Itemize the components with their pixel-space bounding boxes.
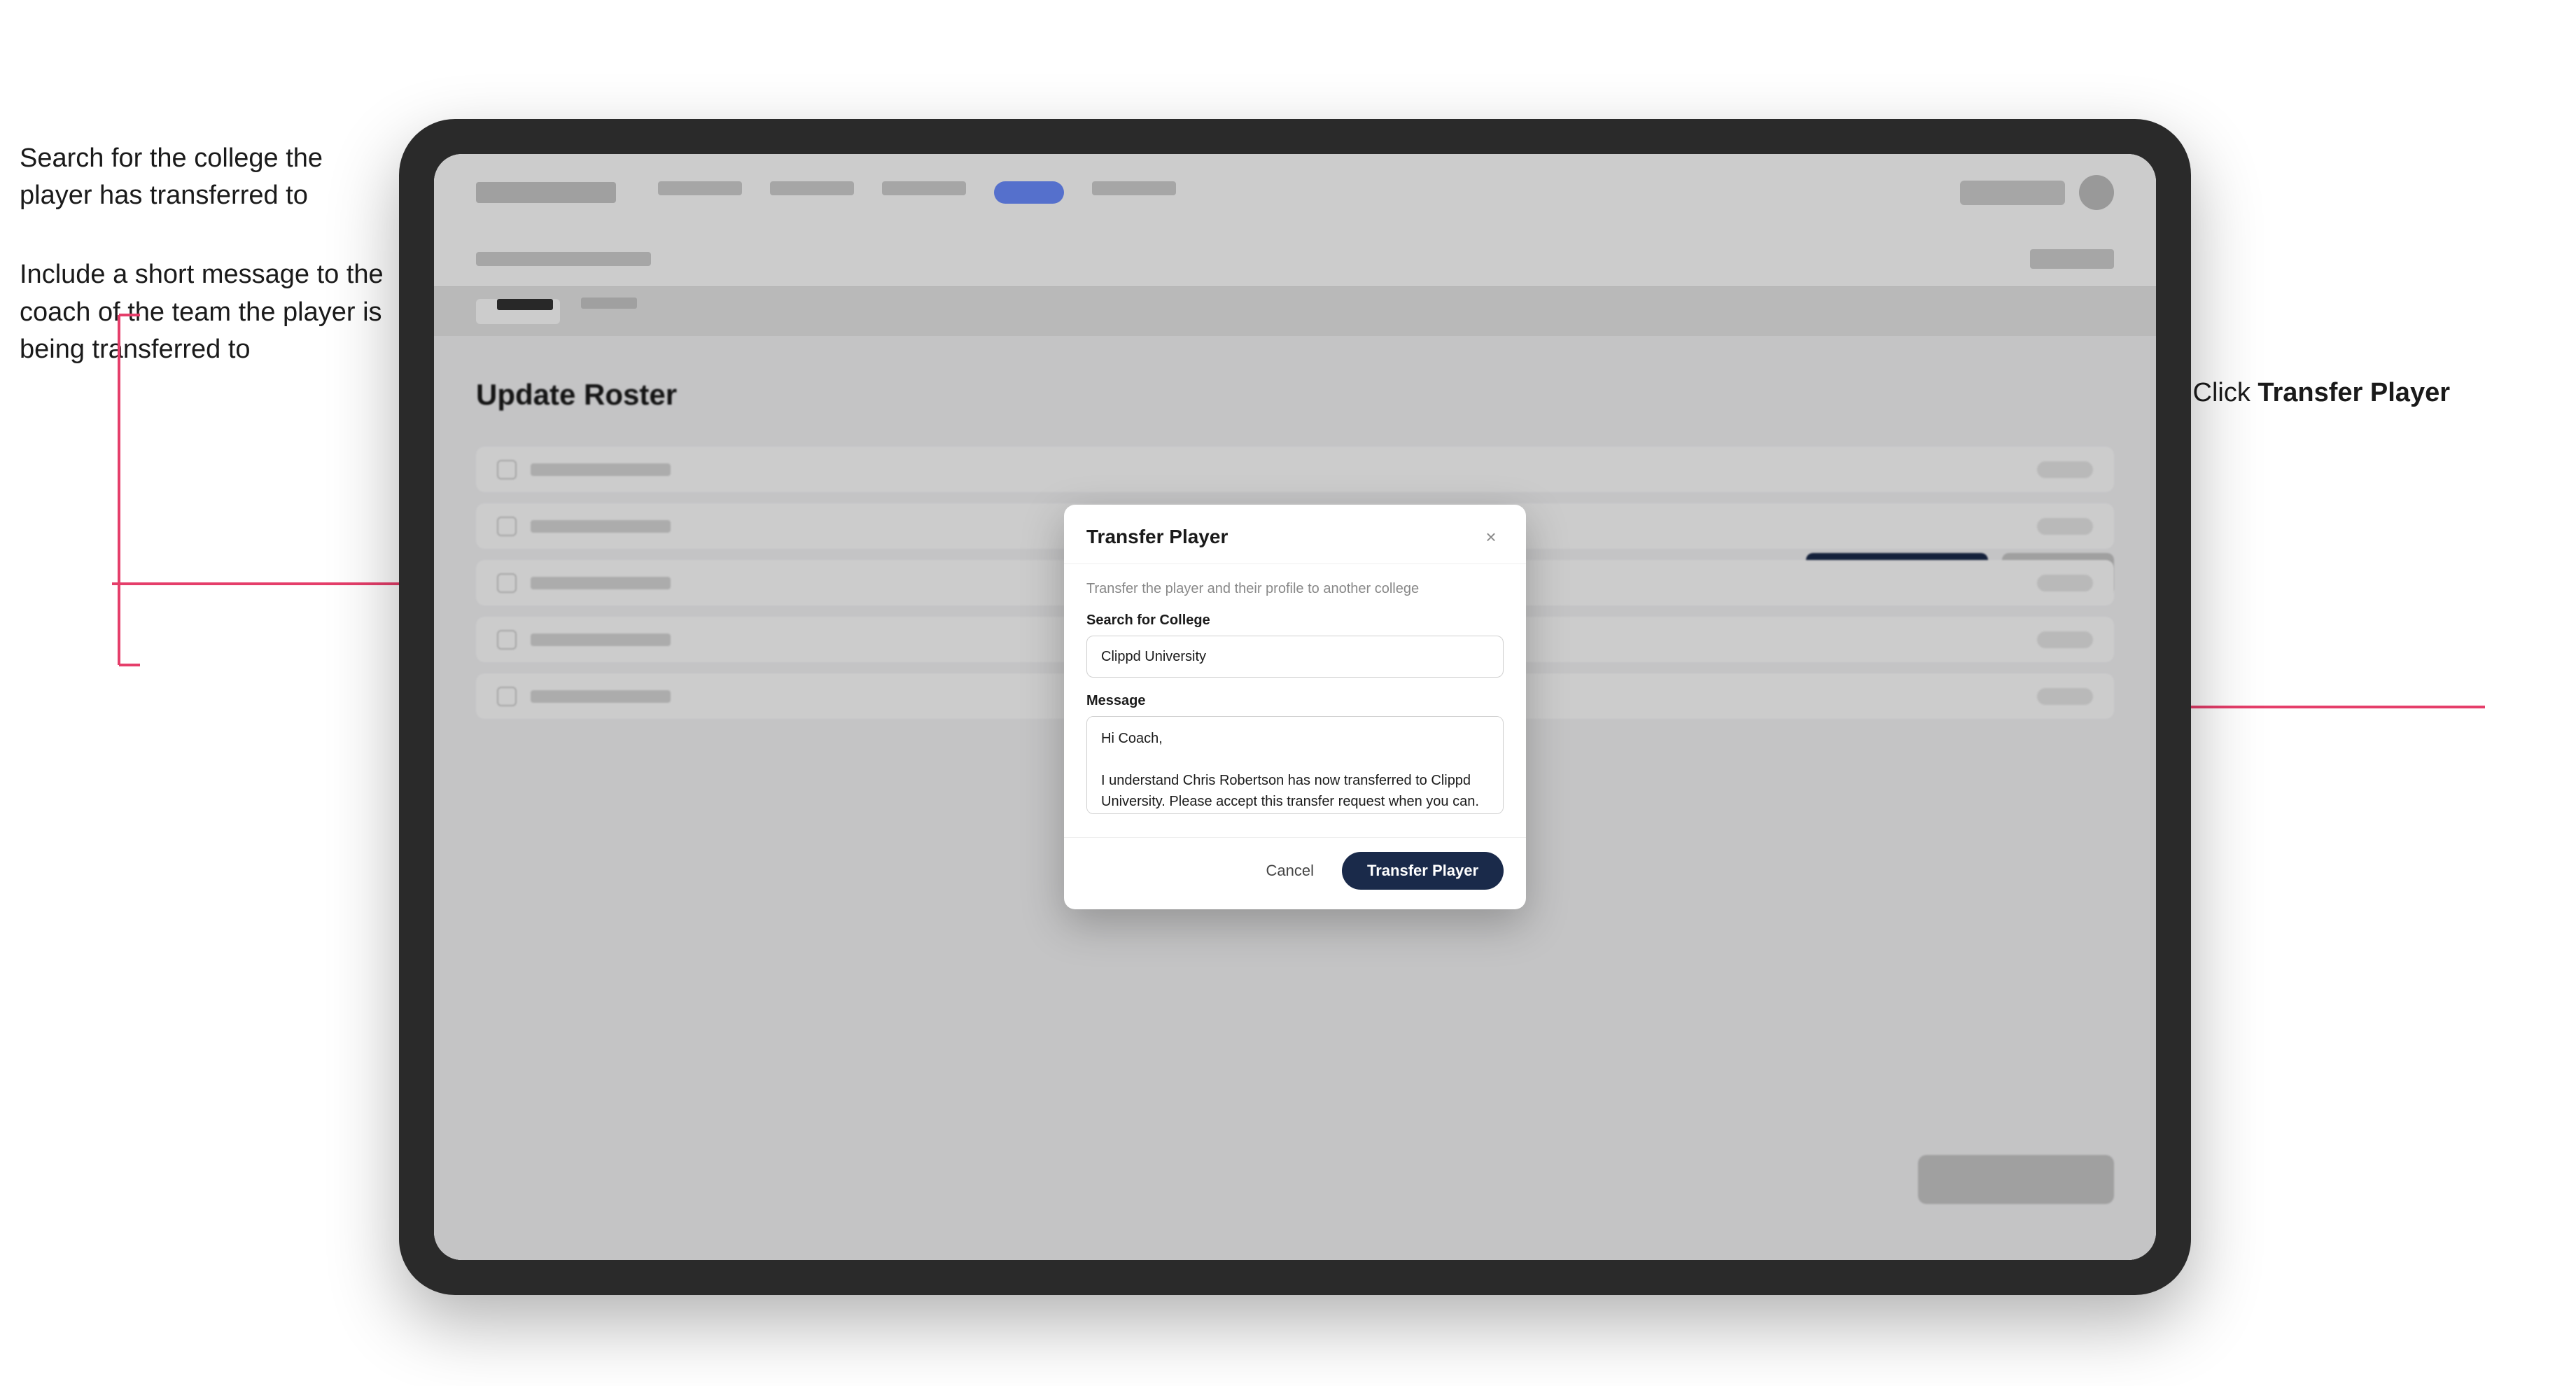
modal-footer: Cancel Transfer Player xyxy=(1064,837,1526,909)
modal-title: Transfer Player xyxy=(1086,526,1228,548)
modal-overlay: Transfer Player × Transfer the player an… xyxy=(434,154,2156,1260)
annotation-text-2: Include a short message to the coach of … xyxy=(20,256,384,368)
transfer-player-modal: Transfer Player × Transfer the player an… xyxy=(1064,505,1526,909)
annotation-right: Click Transfer Player xyxy=(2193,378,2451,408)
message-label: Message xyxy=(1086,693,1504,709)
cancel-button[interactable]: Cancel xyxy=(1252,853,1328,888)
tablet-frame: Update Roster xyxy=(399,119,2191,1295)
transfer-player-button[interactable]: Transfer Player xyxy=(1342,852,1504,890)
tablet-screen: Update Roster xyxy=(434,154,2156,1260)
modal-header: Transfer Player × xyxy=(1064,505,1526,564)
college-search-input[interactable] xyxy=(1086,636,1504,678)
annotation-left: Search for the college the player has tr… xyxy=(20,140,384,368)
message-textarea[interactable] xyxy=(1086,716,1504,814)
annotation-right-prefix: Click xyxy=(2193,378,2258,407)
modal-body: Transfer the player and their profile to… xyxy=(1064,564,1526,837)
search-label: Search for College xyxy=(1086,612,1504,629)
annotation-text-1: Search for the college the player has tr… xyxy=(20,140,384,214)
left-bracket-arrow xyxy=(77,308,147,672)
modal-close-button[interactable]: × xyxy=(1478,524,1504,550)
modal-description: Transfer the player and their profile to… xyxy=(1086,581,1504,597)
annotation-right-bold: Transfer Player xyxy=(2258,378,2450,407)
